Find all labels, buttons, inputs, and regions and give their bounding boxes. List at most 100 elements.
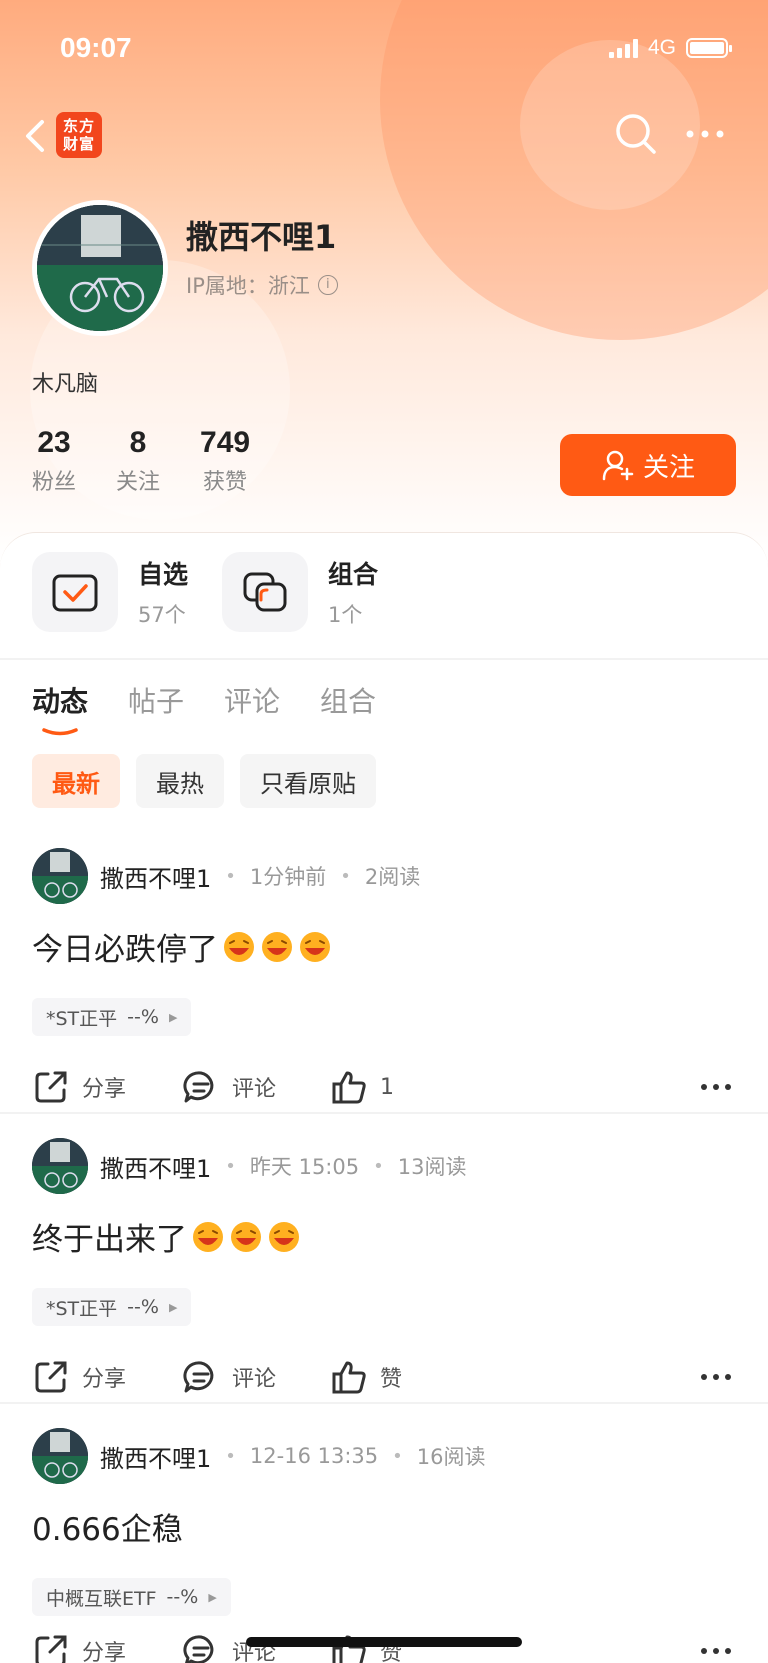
- post-item[interactable]: 撒西不哩1 • 12-16 13:35 • 16阅读 0.666企稳 中概互联E…: [0, 1428, 768, 1663]
- comment-icon: [183, 1361, 214, 1393]
- stock-tag[interactable]: 中概互联ETF --% ▶: [32, 1578, 231, 1616]
- stock-change: --%: [127, 1296, 159, 1318]
- tab-comments[interactable]: 评论: [224, 680, 280, 720]
- stat-following[interactable]: 8 关注: [116, 426, 160, 496]
- tab-portfolio[interactable]: 组合: [320, 680, 376, 720]
- stock-change: --%: [166, 1586, 199, 1608]
- laugh-emoji-icon: [300, 931, 330, 962]
- laugh-emoji-icon: [231, 1221, 261, 1252]
- tab-posts[interactable]: 帖子: [128, 680, 184, 720]
- like-icon: [332, 1361, 366, 1394]
- divider: [0, 1112, 768, 1114]
- filter-hot[interactable]: 最热: [136, 754, 224, 808]
- stat-number: 8: [129, 426, 147, 459]
- laugh-emoji-icon: [262, 931, 292, 962]
- filter-latest[interactable]: 最新: [32, 754, 120, 808]
- post-text: 0.666企稳: [32, 1512, 183, 1548]
- more-icon[interactable]: [696, 1072, 736, 1102]
- stat-likes[interactable]: 749 获赞: [200, 426, 250, 496]
- profile-bio: 木凡脑: [32, 372, 99, 397]
- share-icon: [35, 1071, 67, 1103]
- laugh-emoji-icon: [193, 1221, 223, 1252]
- profile-stats: 23 粉丝 8 关注 749 获赞: [32, 426, 290, 496]
- quick-link-watchlist[interactable]: 自选 57个: [32, 552, 188, 632]
- post-username[interactable]: 撒西不哩1: [100, 859, 211, 894]
- post-content[interactable]: 终于出来了: [32, 1214, 301, 1259]
- app-logo[interactable]: 东方 财富: [56, 112, 102, 158]
- divider: [0, 1402, 768, 1404]
- post-actions: 分享 评论 赞: [32, 1352, 736, 1402]
- tab-label: 动态: [32, 685, 89, 718]
- status-bar: 09:07 4G: [0, 0, 768, 96]
- comment-button[interactable]: 评论: [182, 1062, 276, 1112]
- ip-location-text: IP属地：浙江: [186, 274, 310, 298]
- post-item[interactable]: 撒西不哩1 • 昨天 15:05 • 13阅读 终于出来了 *ST正平 --% …: [0, 1138, 768, 1404]
- comment-button[interactable]: 评论: [182, 1352, 276, 1402]
- post-item[interactable]: 撒西不哩1 • 1分钟前 • 2阅读 今日必跌停了 *ST正平 --% ▶ 分享…: [0, 848, 768, 1114]
- tab-label: 评论: [224, 685, 281, 718]
- quick-links: 自选 57个 组合 1个: [32, 552, 378, 632]
- share-button[interactable]: 分享: [32, 1352, 126, 1402]
- content-tabs: 动态 帖子 评论 组合: [32, 680, 376, 736]
- stat-label: 粉丝: [32, 470, 77, 495]
- stock-tag[interactable]: *ST正平 --% ▶: [32, 998, 192, 1036]
- post-avatar[interactable]: [32, 1428, 88, 1484]
- filter-original[interactable]: 只看原贴: [240, 754, 376, 808]
- tag-arrow-icon: ▶: [168, 1010, 178, 1024]
- network-label: 4G: [647, 36, 676, 59]
- post-text: 终于出来了: [32, 1222, 187, 1258]
- profile-avatar[interactable]: [32, 200, 168, 336]
- stock-name: *ST正平: [46, 1297, 118, 1320]
- feed-filters: 最新 最热 只看原贴: [32, 754, 376, 808]
- post-time: 12-16 13:35: [249, 1444, 379, 1468]
- back-icon[interactable]: [18, 114, 54, 158]
- stock-name: *ST正平: [46, 1007, 118, 1030]
- stock-tag[interactable]: *ST正平 --% ▶: [32, 1288, 192, 1326]
- logo-line-1: 东方: [62, 117, 95, 135]
- like-label: 赞: [380, 1367, 403, 1392]
- more-icon[interactable]: [696, 1362, 736, 1392]
- post-time: 1分钟前: [249, 865, 327, 889]
- like-button[interactable]: 赞: [330, 1352, 402, 1402]
- stat-label: 关注: [116, 470, 161, 495]
- like-count: 1: [380, 1074, 394, 1100]
- add-user-icon: [602, 450, 634, 481]
- post-reads: 2阅读: [364, 865, 421, 889]
- info-icon[interactable]: i: [317, 275, 338, 295]
- search-icon[interactable]: [612, 110, 660, 158]
- post-content[interactable]: 0.666企稳: [32, 1504, 183, 1549]
- status-time: 09:07: [60, 32, 132, 63]
- quick-link-title: 组合: [328, 560, 379, 589]
- more-icon[interactable]: [680, 110, 730, 158]
- share-label: 分享: [82, 1367, 127, 1392]
- stat-followers[interactable]: 23 粉丝: [32, 426, 76, 496]
- signal-icon: [608, 38, 638, 58]
- follow-button[interactable]: 关注: [560, 434, 736, 496]
- post-avatar[interactable]: [32, 1138, 88, 1194]
- stat-number: 23: [37, 426, 71, 459]
- stat-label: 获赞: [203, 470, 248, 495]
- quick-link-portfolio[interactable]: 组合 1个: [222, 552, 378, 632]
- share-button[interactable]: 分享: [32, 1062, 126, 1112]
- ip-location: IP属地：浙江 i: [186, 270, 338, 300]
- post-username[interactable]: 撒西不哩1: [100, 1149, 211, 1184]
- tag-arrow-icon: ▶: [168, 1300, 178, 1314]
- like-button[interactable]: 1: [330, 1062, 394, 1112]
- post-avatar[interactable]: [32, 848, 88, 904]
- home-indicator[interactable]: [246, 1637, 522, 1647]
- top-nav: 东方 财富: [0, 100, 768, 172]
- post-actions: 分享 评论 1: [32, 1062, 736, 1112]
- share-button[interactable]: 分享: [32, 1626, 126, 1663]
- more-icon[interactable]: [696, 1636, 736, 1663]
- tab-indicator: [42, 728, 78, 736]
- tab-activity[interactable]: 动态: [32, 680, 89, 736]
- post-content[interactable]: 今日必跌停了: [32, 924, 332, 969]
- comment-label: 评论: [232, 1077, 277, 1102]
- follow-label: 关注: [642, 452, 695, 483]
- post-username[interactable]: 撒西不哩1: [100, 1439, 211, 1474]
- post-reads: 13阅读: [397, 1155, 467, 1179]
- post-text: 今日必跌停了: [32, 932, 218, 968]
- share-icon: [35, 1635, 67, 1663]
- post-reads: 16阅读: [416, 1445, 486, 1469]
- share-icon: [35, 1361, 67, 1393]
